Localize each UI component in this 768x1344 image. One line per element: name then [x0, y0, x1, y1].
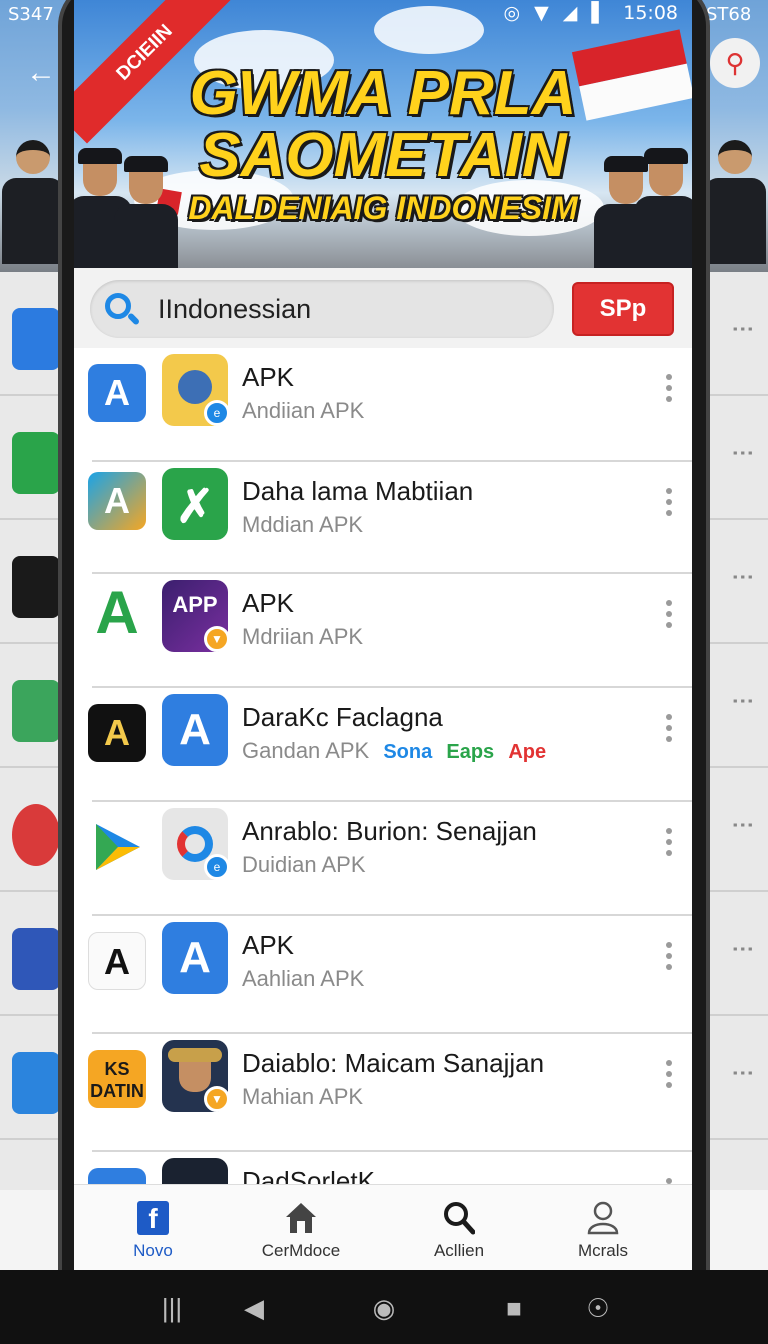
search-input[interactable] — [158, 292, 538, 326]
app-store-icon: A — [88, 364, 146, 422]
nav-item-home[interactable]: CerMdoce — [236, 1197, 366, 1267]
bottom-navigation: f Novo CerMdoce Acllien Mcrals — [74, 1184, 692, 1270]
green-x-app-icon: ✗ — [162, 468, 228, 540]
app-subtitle: Duidian APK — [242, 852, 366, 877]
app-title: Daha lama Mabtiian — [242, 476, 474, 506]
list-item[interactable]: KS DATIN ▼ Daiablo: Maicam Sanajjan Mahia… — [74, 1034, 692, 1152]
nav-item-profile[interactable]: Mcrals — [538, 1197, 668, 1267]
nav-label: CerMdoce — [261, 1241, 341, 1260]
more-options-icon[interactable] — [664, 828, 674, 864]
more-options-icon[interactable] — [664, 942, 674, 978]
list-item[interactable]: A APP ▼ APK Mdriian APK — [74, 574, 692, 688]
banner-title-line2: SAOMETAIN — [199, 121, 567, 190]
person-icon — [587, 1201, 619, 1235]
nav-item-novo[interactable]: f Novo — [88, 1197, 218, 1267]
background-status-right: ST68 — [706, 4, 752, 25]
app-subtitle: Mddian APK — [242, 512, 364, 537]
app-title: Daiablo: Maicam Sanajjan — [242, 1048, 545, 1078]
app-title: APK — [242, 588, 295, 618]
verified-badge-icon: e — [204, 400, 230, 426]
recent-apps-icon[interactable]: ||| — [158, 1294, 186, 1322]
verified-badge-icon: e — [204, 854, 230, 880]
triangle-a-icon: A — [95, 579, 139, 646]
promo-banner[interactable]: DCIEIIN GWMA PRLA SAOMETAIN DALDENIAIG I… — [74, 0, 692, 268]
list-item[interactable]: A DadSorletK — [74, 1152, 692, 1184]
more-options-icon[interactable] — [664, 374, 674, 410]
more-options-icon[interactable] — [664, 600, 674, 636]
app-store-icon: A — [162, 922, 228, 994]
background-status-left: S347 — [8, 4, 54, 25]
status-time: 15:08 — [623, 2, 678, 24]
banner-title-line1: GWMA PRLA — [189, 59, 577, 128]
search-bar: SPp — [74, 268, 692, 348]
search-icon — [444, 1202, 475, 1235]
list-item[interactable]: e Anrablo: Burion: Senajjan Duidian APK — [74, 802, 692, 916]
app-subtitle: Aahlian APK — [242, 966, 365, 991]
status-bar: ◎ ▼ ◢ ▌ 15:08 — [74, 0, 692, 26]
tag-label: Ape — [508, 741, 547, 763]
screenshot: S347 ST68 ← ⚲ ⋮ ⋮ ⋮ ⋮ ⋮ ⋮ ⋮ DCIEIIN GWMA… — [0, 0, 768, 1344]
back-arrow-icon: ← — [26, 56, 56, 89]
app-store-icon: A — [162, 694, 228, 766]
list-item[interactable]: A ✗ Daha lama Mabtiian Mddian APK — [74, 462, 692, 574]
app-store-icon: A — [88, 1168, 146, 1184]
more-options-icon[interactable] — [664, 1060, 674, 1096]
app-subtitle: Gandan APK Sona Eaps Ape — [242, 738, 546, 764]
soldier-figure — [2, 140, 64, 272]
app-title: Anrablo: Burion: Senajjan — [242, 816, 537, 846]
dark-app-icon — [162, 1158, 228, 1184]
play-store-icon — [88, 818, 146, 876]
orange-label-icon: KS DATIN — [88, 1050, 146, 1108]
app-subtitle: Mdriian APK — [242, 624, 364, 649]
more-options-icon[interactable] — [664, 714, 674, 750]
app-title: APK — [242, 362, 295, 392]
nav-label: Novo — [133, 1241, 173, 1260]
search-button[interactable]: SPp — [572, 282, 674, 336]
download-badge-icon: ▼ — [204, 1086, 230, 1112]
search-field[interactable] — [90, 280, 554, 338]
black-a-icon: A — [88, 704, 146, 762]
app-list: A e APK Andiian APK A ✗ Daha lama Mabtii… — [74, 348, 692, 1184]
app-title: APK — [242, 930, 295, 960]
search-icon — [102, 290, 142, 330]
nav-item-search[interactable]: Acllien — [394, 1197, 524, 1267]
tag-label: Sona — [383, 741, 433, 763]
sketch-a-icon: A — [88, 932, 146, 990]
banner-title-line3: DALDENIAIG INDONESIM — [188, 190, 578, 226]
list-item[interactable]: A e APK Andiian APK — [74, 348, 692, 462]
soldier-figure — [704, 140, 766, 272]
app-title: DadSorletK — [242, 1166, 375, 1184]
tag-label: Eaps — [446, 741, 495, 763]
nav-label: Acllien — [433, 1241, 485, 1260]
app-subtitle: Mahian APK — [242, 1084, 364, 1109]
download-badge-icon: ▼ — [204, 626, 230, 652]
phone-screen: DCIEIIN GWMA PRLA SAOMETAIN DALDENIAIG I… — [74, 0, 692, 1344]
square-icon[interactable]: ■ — [500, 1294, 528, 1322]
home-icon — [286, 1203, 316, 1233]
back-icon[interactable]: ◀ — [240, 1294, 268, 1322]
nav-label: Mcrals — [577, 1241, 629, 1260]
facebook-icon: f — [137, 1201, 169, 1235]
list-item[interactable]: A A DaraKc Faclagna Gandan APK Sona Eaps… — [74, 688, 692, 802]
system-navigation-bar: ||| ◀ ◉ ■ ☉ — [0, 1270, 768, 1344]
app-store-icon: A — [88, 472, 146, 530]
home-button-icon[interactable]: ◉ — [370, 1294, 398, 1322]
app-subtitle: Andiian APK — [242, 398, 365, 423]
list-item[interactable]: A A APK Aahlian APK — [74, 916, 692, 1034]
app-subtitle-text: Gandan APK — [242, 738, 370, 763]
assistant-icon[interactable]: ☉ — [584, 1294, 612, 1322]
more-options-icon[interactable] — [664, 488, 674, 524]
status-icons: ◎ ▼ ◢ ▌ — [503, 2, 610, 24]
location-pin-icon: ⚲ — [710, 38, 760, 88]
app-title: DaraKc Faclagna — [242, 702, 443, 732]
